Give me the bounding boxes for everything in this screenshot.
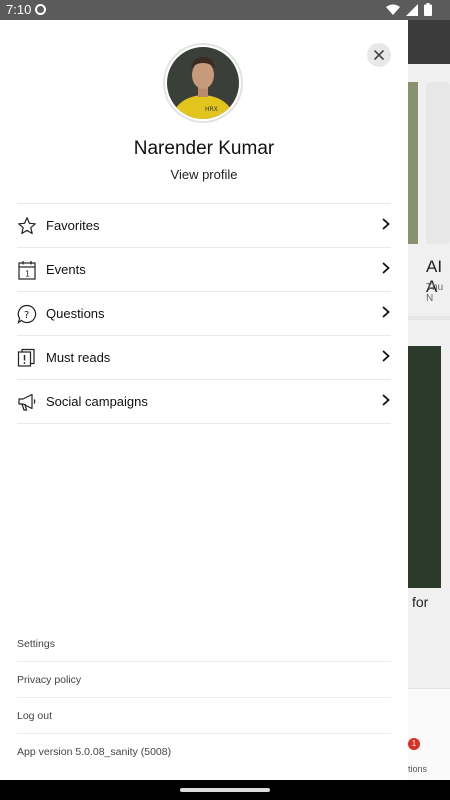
document-alert-icon [17,348,35,367]
navigation-drawer: HRX Narender Kumar View profile Favorite… [0,20,408,780]
calendar-icon: 1 [18,260,36,280]
menu-item-events[interactable]: 1 Events [17,247,391,291]
app-version: App version 5.0.08_sanity (5008) [17,745,172,758]
svg-text:?: ? [24,310,29,321]
background-card-date: Thu N [426,282,444,304]
settings-status-icon [35,4,46,15]
drawer-menu: Favorites 1 Events ? Questions Must read… [17,203,391,424]
drawer-footer: Settings Privacy policy Log out App vers… [17,626,391,769]
avatar[interactable]: HRX [163,43,243,123]
menu-item-must-reads[interactable]: Must reads [17,335,391,379]
chevron-right-icon [382,218,390,230]
close-icon [374,50,384,60]
status-bar: 7:10 [0,0,450,20]
notification-badge: 1 [408,738,420,750]
background-tab-label: tions [408,764,428,774]
close-button[interactable] [367,43,391,67]
system-icons [386,3,432,16]
menu-item-social-campaigns[interactable]: Social campaigns [17,379,391,424]
menu-label-favorites: Favorites [46,218,100,233]
battery-icon [424,3,432,16]
question-bubble-icon: ? [17,304,37,324]
system-nav-bar [0,780,450,800]
background-divider [408,316,450,320]
menu-label-must-reads: Must reads [46,350,111,365]
svg-text:1: 1 [25,269,30,278]
chevron-right-icon [382,306,390,318]
menu-label-events: Events [46,262,86,277]
view-profile-link[interactable]: View profile [0,167,408,182]
megaphone-icon [18,393,36,411]
wifi-icon [386,4,400,15]
settings-link[interactable]: Settings [17,626,391,662]
profile-name: Narender Kumar [133,138,275,159]
star-icon [18,216,36,234]
chevron-right-icon [382,262,390,274]
background-card [426,82,450,244]
menu-item-favorites[interactable]: Favorites [17,203,391,247]
background-header [408,20,450,64]
chevron-right-icon [382,350,390,362]
background-caption: for [412,594,429,610]
avatar-photo: HRX [167,47,239,119]
privacy-policy-link[interactable]: Privacy policy [17,662,391,698]
menu-label-social-campaigns: Social campaigns [46,394,148,409]
status-time: 7:10 [6,2,32,17]
menu-item-questions[interactable]: ? Questions [17,291,391,335]
home-gesture-handle[interactable] [180,788,270,792]
avatar-shirt-text: HRX [205,106,218,113]
logout-link[interactable]: Log out [17,698,391,734]
chevron-right-icon [382,394,390,406]
background-feature-image [408,346,441,588]
menu-label-questions: Questions [46,306,105,321]
signal-icon [406,3,418,16]
